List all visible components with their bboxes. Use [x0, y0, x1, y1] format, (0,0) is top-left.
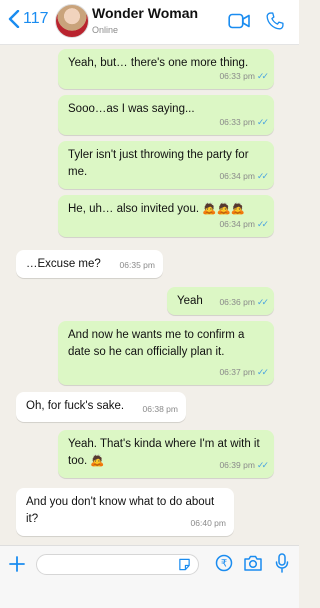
read-receipt-icon: ✓✓ — [256, 71, 269, 81]
message-incoming[interactable]: And you don't know what to do about it? … — [16, 488, 234, 536]
svg-text:₹: ₹ — [221, 559, 227, 570]
message-outgoing[interactable]: Yeah, but… there's one more thing. 06:33… — [58, 49, 274, 89]
read-receipt-icon: ✓✓ — [256, 460, 269, 470]
message-meta: 06:40 pm — [191, 515, 226, 532]
contact-name[interactable]: Wonder Woman — [92, 5, 198, 21]
read-receipt-icon: ✓✓ — [256, 297, 269, 307]
message-incoming[interactable]: Oh, for fuck's sake. 06:38 pm — [16, 392, 186, 422]
microphone-icon[interactable] — [275, 553, 289, 573]
message-time: 06:40 pm — [190, 518, 226, 528]
sticker-icon[interactable] — [178, 558, 191, 571]
read-receipt-icon: ✓✓ — [256, 367, 269, 377]
unread-count: 117 — [23, 10, 49, 27]
message-meta: 06:39 pm ✓✓ — [219, 457, 269, 474]
message-time: 06:34 pm — [219, 171, 255, 181]
avatar[interactable] — [55, 4, 89, 38]
message-meta: 06:33 pm ✓✓ — [219, 68, 269, 85]
message-meta: 06:33 pm ✓✓ — [219, 114, 269, 131]
message-outgoing[interactable]: Yeah. That's kinda where I'm at with it … — [58, 430, 274, 478]
message-meta: 06:35 pm — [120, 257, 155, 274]
message-meta: 06:37 pm ✓✓ — [219, 364, 269, 381]
read-receipt-icon: ✓✓ — [256, 171, 269, 181]
chevron-left-icon — [8, 10, 20, 28]
chat-header: 117 Wonder Woman Online — [0, 0, 299, 45]
message-text: And now he wants me to confirm a date so… — [68, 329, 248, 358]
message-time: 06:34 pm — [219, 219, 255, 229]
rupee-payment-icon[interactable]: ₹ — [215, 554, 233, 572]
video-call-icon[interactable] — [228, 13, 250, 29]
message-time: 06:38 pm — [142, 404, 178, 414]
message-time: 06:39 pm — [219, 460, 255, 470]
message-list: Yeah, but… there's one more thing. 06:33… — [0, 45, 299, 545]
message-outgoing[interactable]: Yeah 06:36 pm ✓✓ — [167, 287, 274, 315]
phone-call-icon[interactable] — [265, 11, 285, 31]
contact-status: Online — [92, 25, 119, 35]
message-time: 06:33 pm — [219, 71, 255, 81]
message-time: 06:37 pm — [219, 367, 255, 377]
message-meta: 06:34 pm ✓✓ — [219, 216, 269, 233]
plus-icon[interactable] — [8, 555, 26, 573]
read-receipt-icon: ✓✓ — [256, 219, 269, 229]
message-meta: 06:34 pm ✓✓ — [219, 168, 269, 185]
camera-icon[interactable] — [243, 554, 263, 572]
read-receipt-icon: ✓✓ — [256, 117, 269, 127]
message-outgoing[interactable]: He, uh… also invited you. 🙇🙇🙇 06:34 pm ✓✓ — [58, 195, 274, 237]
message-meta: 06:36 pm ✓✓ — [219, 294, 269, 311]
message-outgoing[interactable]: And now he wants me to confirm a date so… — [58, 321, 274, 385]
message-incoming[interactable]: …Excuse me? 06:35 pm — [16, 250, 163, 278]
message-meta: 06:38 pm — [143, 401, 178, 418]
message-outgoing[interactable]: Sooo…as I was saying... 06:33 pm ✓✓ — [58, 95, 274, 135]
message-time: 06:35 pm — [119, 260, 155, 270]
message-time: 06:36 pm — [219, 297, 255, 307]
message-input[interactable] — [36, 554, 199, 575]
message-outgoing[interactable]: Tyler isn't just throwing the party for … — [58, 141, 274, 189]
back-button[interactable]: 117 — [8, 10, 49, 28]
message-input-bar: ₹ — [0, 545, 299, 608]
message-time: 06:33 pm — [219, 117, 255, 127]
